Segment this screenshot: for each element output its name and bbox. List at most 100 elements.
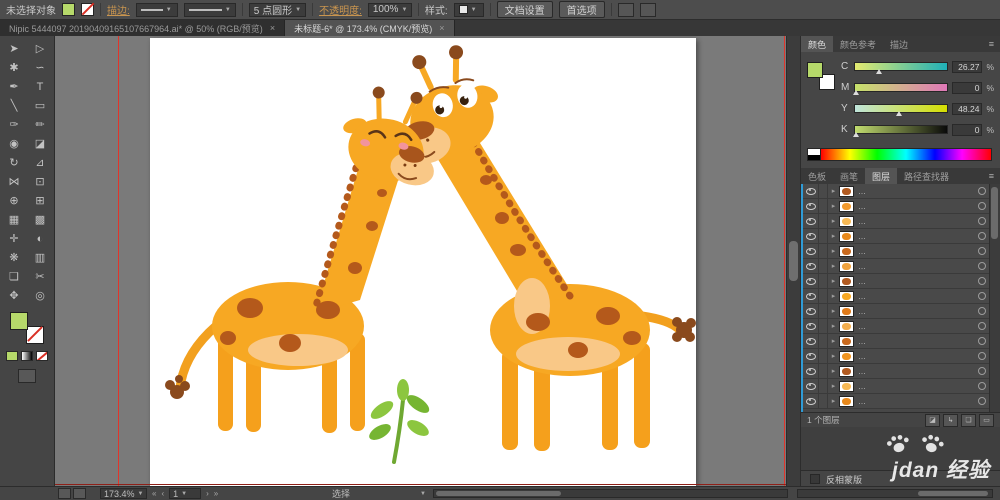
black-slider[interactable] <box>852 125 949 137</box>
visibility-eye-icon[interactable] <box>803 229 819 243</box>
visibility-eye-icon[interactable] <box>803 184 819 198</box>
panel-horizontal-scroll-thumb[interactable] <box>918 491 988 496</box>
target-circle-icon[interactable] <box>978 247 986 255</box>
tab-doc2-close-icon[interactable]: × <box>439 23 444 33</box>
style-dropdown[interactable]: ▼ <box>453 2 484 17</box>
tool-perspective-grid[interactable]: ⊞ <box>27 191 53 210</box>
gradient-mode-button[interactable] <box>21 351 33 361</box>
layer-row[interactable]: ▸… <box>803 184 1000 199</box>
artboard[interactable] <box>150 38 696 486</box>
layer-name[interactable]: … <box>854 397 978 406</box>
visibility-eye-icon[interactable] <box>803 199 819 213</box>
black-value-field[interactable]: 0 <box>952 123 983 136</box>
tab-color-guide[interactable]: 颜色参考 <box>833 36 883 52</box>
tool-mesh[interactable]: ▦ <box>1 210 27 229</box>
layer-name[interactable]: … <box>854 352 978 361</box>
screen-mode-button[interactable] <box>18 369 36 383</box>
next-artboard-icon[interactable]: › <box>206 489 209 498</box>
target-circle-icon[interactable] <box>978 277 986 285</box>
layer-row[interactable]: ▸… <box>803 214 1000 229</box>
panel-menu-icon[interactable]: ≡ <box>983 39 1000 49</box>
expand-arrow-icon[interactable]: ▸ <box>828 262 839 270</box>
tool-gradient[interactable]: ▩ <box>27 210 53 229</box>
tab-doc2[interactable]: 未标题-6* @ 173.4% (CMYK/预览) × <box>285 20 455 36</box>
visibility-eye-icon[interactable] <box>803 214 819 228</box>
lock-toggle[interactable] <box>819 199 828 213</box>
guide-vertical-right[interactable] <box>784 36 785 487</box>
tool-column-graph[interactable]: ▥ <box>27 248 53 267</box>
new-sublayer-button[interactable]: ↳ <box>943 413 958 427</box>
target-circle-icon[interactable] <box>978 262 986 270</box>
tool-paintbrush[interactable]: ✑ <box>1 115 27 134</box>
fill-color-swatch[interactable] <box>62 3 75 16</box>
stroke-profile-dropdown[interactable]: ▼ <box>183 2 236 17</box>
layer-row[interactable]: ▸… <box>803 379 1000 394</box>
lock-toggle[interactable] <box>819 244 828 258</box>
lock-toggle[interactable] <box>819 304 828 318</box>
last-artboard-icon[interactable]: » <box>214 489 218 498</box>
artboard-number-dropdown[interactable]: 1 ▼ <box>169 488 202 499</box>
tool-eyedropper[interactable]: ✛ <box>1 229 27 248</box>
expand-arrow-icon[interactable]: ▸ <box>828 187 839 195</box>
lock-toggle[interactable] <box>819 289 828 303</box>
visibility-eye-icon[interactable] <box>803 289 819 303</box>
cyan-slider-handle[interactable] <box>876 69 883 74</box>
layer-name[interactable]: … <box>854 217 978 226</box>
target-circle-icon[interactable] <box>978 322 986 330</box>
layer-row[interactable]: ▸… <box>803 334 1000 349</box>
yellow-value-field[interactable]: 48.24 <box>952 102 983 115</box>
tool-blob-brush[interactable]: ◉ <box>1 134 27 153</box>
guide-vertical-left[interactable] <box>118 36 119 487</box>
tool-line-segment[interactable]: ╲ <box>1 96 27 115</box>
target-circle-icon[interactable] <box>978 382 986 390</box>
layer-name[interactable]: … <box>854 322 978 331</box>
align-panel-icon[interactable] <box>617 2 634 17</box>
lock-toggle[interactable] <box>819 229 828 243</box>
stroke-panel-link[interactable]: 描边: <box>107 2 130 17</box>
expand-arrow-icon[interactable]: ▸ <box>828 277 839 285</box>
visibility-eye-icon[interactable] <box>803 259 819 273</box>
tool-blend[interactable]: ◐ <box>27 229 53 248</box>
panel-menu-icon[interactable]: ≡ <box>983 171 1000 181</box>
target-circle-icon[interactable] <box>978 292 986 300</box>
layer-row[interactable]: ▸… <box>803 244 1000 259</box>
zoom-dropdown[interactable]: 173.4% ▼ <box>100 488 148 499</box>
lock-toggle[interactable] <box>819 274 828 288</box>
fill-stroke-indicator[interactable] <box>10 312 44 344</box>
guide-horizontal-bottom[interactable] <box>55 484 787 485</box>
delete-layer-button[interactable]: ▭ <box>979 413 994 427</box>
tool-artboard[interactable]: ❏ <box>1 267 27 286</box>
layer-name[interactable]: … <box>854 292 978 301</box>
layer-name[interactable]: … <box>854 232 978 241</box>
tool-slice[interactable]: ✂ <box>27 267 53 286</box>
stroke-color-swatch[interactable] <box>81 3 94 16</box>
expand-arrow-icon[interactable]: ▸ <box>828 382 839 390</box>
tool-selection[interactable]: ➤ <box>1 39 27 58</box>
yellow-slider[interactable] <box>854 104 949 116</box>
canvas-horizontal-scroll-thumb[interactable] <box>436 491 561 496</box>
tool-free-transform[interactable]: ⊡ <box>27 172 53 191</box>
magenta-value-field[interactable]: 0 <box>952 81 983 94</box>
layer-name[interactable]: … <box>854 367 978 376</box>
first-artboard-icon[interactable]: « <box>152 489 156 498</box>
tool-rectangle[interactable]: ▭ <box>27 96 53 115</box>
visibility-eye-icon[interactable] <box>803 349 819 363</box>
layer-name[interactable]: … <box>854 307 978 316</box>
layer-row[interactable]: ▸… <box>803 394 1000 409</box>
layer-row[interactable]: ▸… <box>803 349 1000 364</box>
layer-row[interactable]: ▸… <box>803 319 1000 334</box>
none-mode-button[interactable] <box>36 351 48 361</box>
document-setup-button[interactable]: 文档设置 <box>496 1 553 18</box>
stroke-weight-dropdown[interactable]: ▼ <box>135 2 178 17</box>
expand-arrow-icon[interactable]: ▸ <box>828 217 839 225</box>
expand-arrow-icon[interactable]: ▸ <box>828 292 839 300</box>
target-circle-icon[interactable] <box>978 232 986 240</box>
status-caret[interactable]: ▼ <box>420 487 426 500</box>
tab-pathfinder[interactable]: 路径查找器 <box>897 168 956 184</box>
magenta-slider-handle[interactable] <box>852 90 859 95</box>
lock-toggle[interactable] <box>819 379 828 393</box>
tab-layers[interactable]: 图层 <box>865 168 898 184</box>
canvas-vertical-scrollbar[interactable] <box>786 36 800 487</box>
black-slider-handle[interactable] <box>852 132 859 137</box>
target-circle-icon[interactable] <box>978 397 986 405</box>
